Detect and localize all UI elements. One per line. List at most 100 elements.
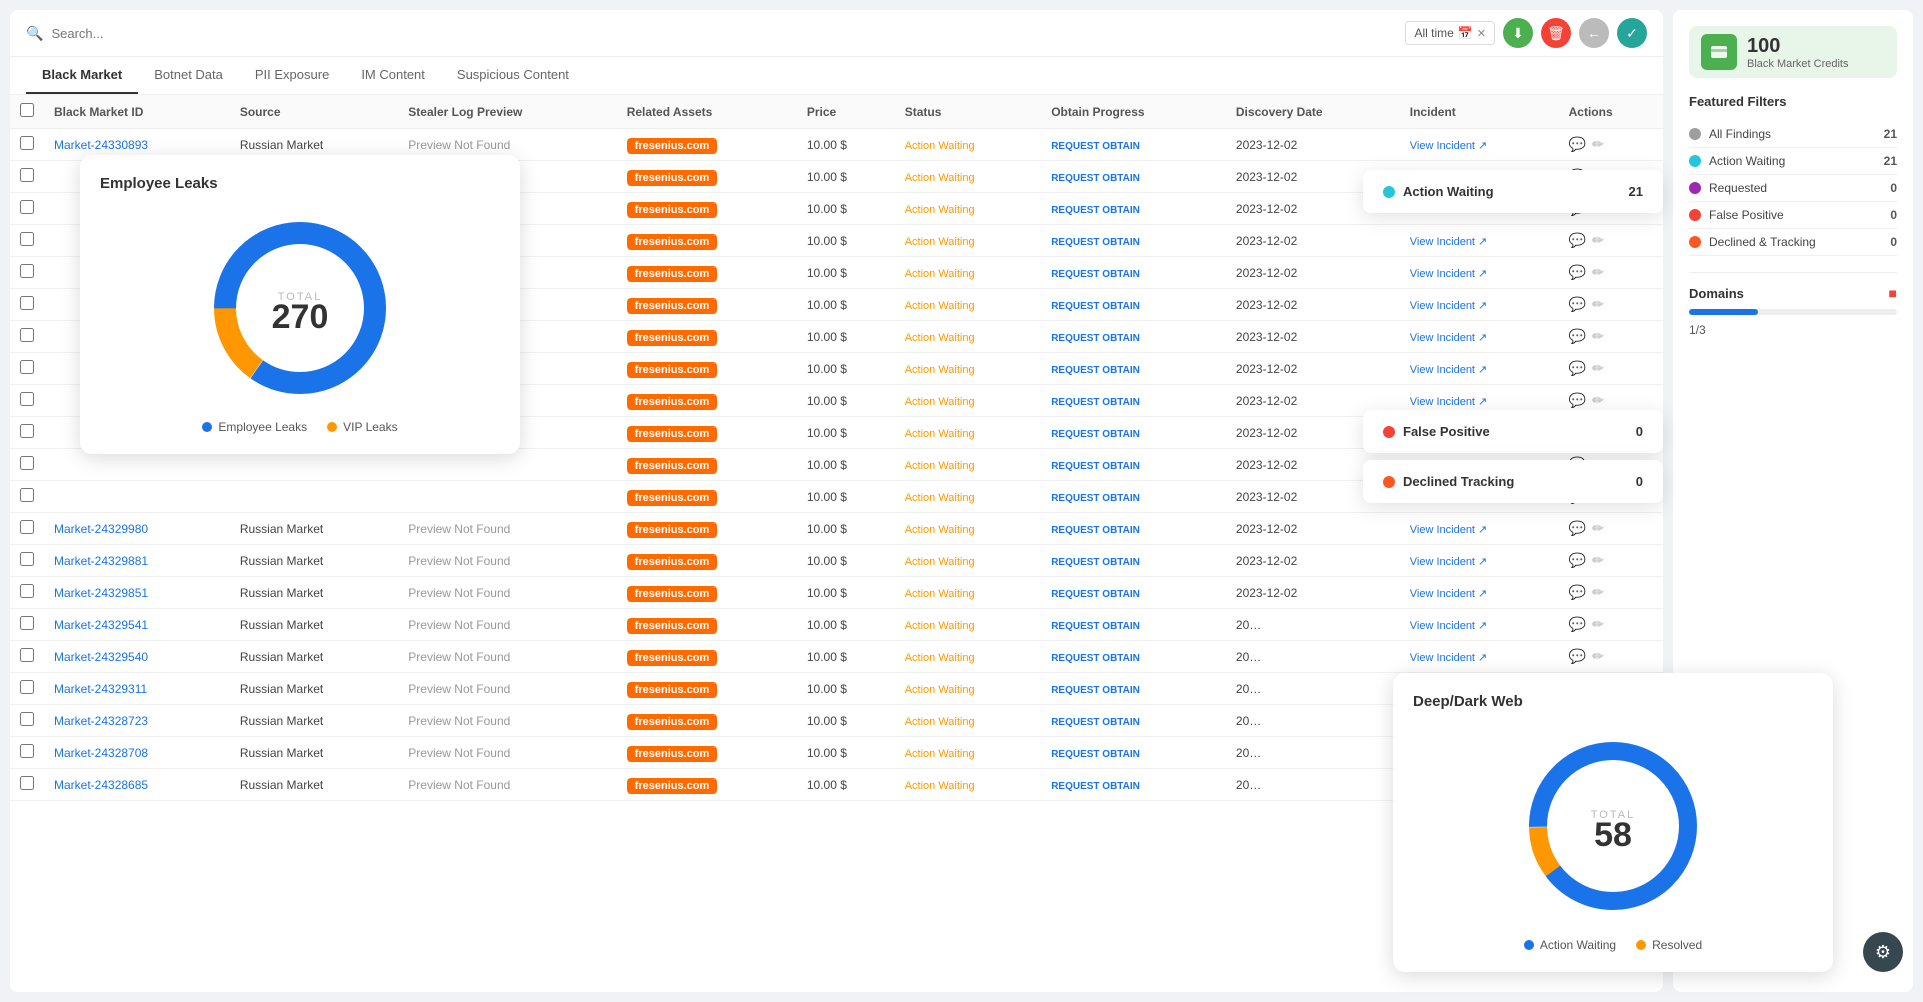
asset-badge[interactable]: fresenius.com — [627, 746, 718, 762]
cell-obtain[interactable]: REQUEST OBTAIN — [1041, 449, 1226, 481]
comment-icon[interactable]: 💬 — [1569, 616, 1586, 633]
edit-icon[interactable]: ✏ — [1592, 648, 1604, 665]
view-incident-link[interactable]: View Incident ↗ — [1410, 268, 1488, 280]
view-incident-link[interactable]: View Incident ↗ — [1410, 140, 1488, 152]
request-obtain-btn[interactable]: REQUEST OBTAIN — [1051, 557, 1140, 568]
delete-btn[interactable]: 🗑 — [1541, 18, 1571, 48]
view-incident-link[interactable]: View Incident ↗ — [1410, 652, 1488, 664]
edit-icon[interactable]: ✏ — [1592, 392, 1604, 409]
asset-badge[interactable]: fresenius.com — [627, 682, 718, 698]
cell-obtain[interactable]: REQUEST OBTAIN — [1041, 257, 1226, 289]
asset-badge[interactable]: fresenius.com — [627, 298, 718, 314]
request-obtain-btn[interactable]: REQUEST OBTAIN — [1051, 205, 1140, 216]
cell-obtain[interactable]: REQUEST OBTAIN — [1041, 321, 1226, 353]
cell-obtain[interactable]: REQUEST OBTAIN — [1041, 673, 1226, 705]
cell-obtain[interactable]: REQUEST OBTAIN — [1041, 641, 1226, 673]
request-obtain-btn[interactable]: REQUEST OBTAIN — [1051, 685, 1140, 696]
request-obtain-btn[interactable]: REQUEST OBTAIN — [1051, 749, 1140, 760]
asset-badge[interactable]: fresenius.com — [627, 458, 718, 474]
asset-badge[interactable]: fresenius.com — [627, 618, 718, 634]
row-checkbox[interactable] — [20, 360, 34, 374]
request-obtain-btn[interactable]: REQUEST OBTAIN — [1051, 429, 1140, 440]
comment-icon[interactable]: 💬 — [1569, 584, 1586, 601]
view-incident-link[interactable]: View Incident ↗ — [1410, 588, 1488, 600]
filter-item[interactable]: Requested 0 — [1689, 175, 1897, 202]
domains-close-icon[interactable]: ■ — [1889, 285, 1897, 301]
asset-badge[interactable]: fresenius.com — [627, 202, 718, 218]
tab-im-content[interactable]: IM Content — [345, 57, 441, 94]
row-checkbox[interactable] — [20, 328, 34, 342]
asset-badge[interactable]: fresenius.com — [627, 266, 718, 282]
row-checkbox[interactable] — [20, 648, 34, 662]
cell-obtain[interactable]: REQUEST OBTAIN — [1041, 289, 1226, 321]
row-checkbox[interactable] — [20, 744, 34, 758]
asset-badge[interactable]: fresenius.com — [627, 426, 718, 442]
cell-obtain[interactable]: REQUEST OBTAIN — [1041, 769, 1226, 801]
row-checkbox[interactable] — [20, 264, 34, 278]
edit-icon[interactable]: ✏ — [1592, 264, 1604, 281]
cell-obtain[interactable]: REQUEST OBTAIN — [1041, 481, 1226, 513]
asset-badge[interactable]: fresenius.com — [627, 170, 718, 186]
request-obtain-btn[interactable]: REQUEST OBTAIN — [1051, 237, 1140, 248]
asset-badge[interactable]: fresenius.com — [627, 330, 718, 346]
request-obtain-btn[interactable]: REQUEST OBTAIN — [1051, 365, 1140, 376]
asset-badge[interactable]: fresenius.com — [627, 138, 718, 154]
comment-icon[interactable]: 💬 — [1569, 232, 1586, 249]
view-incident-link[interactable]: View Incident ↗ — [1410, 620, 1488, 632]
cell-obtain[interactable]: REQUEST OBTAIN — [1041, 193, 1226, 225]
row-checkbox[interactable] — [20, 552, 34, 566]
cell-obtain[interactable]: REQUEST OBTAIN — [1041, 609, 1226, 641]
cell-obtain[interactable]: REQUEST OBTAIN — [1041, 353, 1226, 385]
edit-icon[interactable]: ✏ — [1592, 552, 1604, 569]
row-checkbox[interactable] — [20, 168, 34, 182]
row-checkbox[interactable] — [20, 616, 34, 630]
search-input[interactable] — [51, 26, 1397, 41]
cell-obtain[interactable]: REQUEST OBTAIN — [1041, 385, 1226, 417]
view-incident-link[interactable]: View Incident ↗ — [1410, 556, 1488, 568]
row-checkbox[interactable] — [20, 680, 34, 694]
settings-gear-button[interactable]: ⚙ — [1863, 932, 1903, 972]
view-incident-link[interactable]: View Incident ↗ — [1410, 524, 1488, 536]
request-obtain-btn[interactable]: REQUEST OBTAIN — [1051, 717, 1140, 728]
comment-icon[interactable]: 💬 — [1569, 136, 1586, 153]
edit-icon[interactable]: ✏ — [1592, 360, 1604, 377]
view-incident-link[interactable]: View Incident ↗ — [1410, 364, 1488, 376]
row-checkbox[interactable] — [20, 712, 34, 726]
comment-icon[interactable]: 💬 — [1569, 328, 1586, 345]
request-obtain-btn[interactable]: REQUEST OBTAIN — [1051, 173, 1140, 184]
row-checkbox[interactable] — [20, 232, 34, 246]
edit-icon[interactable]: ✏ — [1592, 232, 1604, 249]
edit-icon[interactable]: ✏ — [1592, 616, 1604, 633]
confirm-btn[interactable]: ✓ — [1617, 18, 1647, 48]
row-checkbox[interactable] — [20, 488, 34, 502]
asset-badge[interactable]: fresenius.com — [627, 490, 718, 506]
comment-icon[interactable]: 💬 — [1569, 360, 1586, 377]
request-obtain-btn[interactable]: REQUEST OBTAIN — [1051, 397, 1140, 408]
request-obtain-btn[interactable]: REQUEST OBTAIN — [1051, 461, 1140, 472]
row-checkbox[interactable] — [20, 296, 34, 310]
cell-obtain[interactable]: REQUEST OBTAIN — [1041, 129, 1226, 161]
asset-badge[interactable]: fresenius.com — [627, 394, 718, 410]
comment-icon[interactable]: 💬 — [1569, 552, 1586, 569]
cell-obtain[interactable]: REQUEST OBTAIN — [1041, 161, 1226, 193]
request-obtain-btn[interactable]: REQUEST OBTAIN — [1051, 525, 1140, 536]
cell-obtain[interactable]: REQUEST OBTAIN — [1041, 225, 1226, 257]
select-all-checkbox[interactable] — [20, 103, 34, 117]
close-time-icon[interactable]: ✕ — [1477, 27, 1486, 40]
request-obtain-btn[interactable]: REQUEST OBTAIN — [1051, 141, 1140, 152]
asset-badge[interactable]: fresenius.com — [627, 522, 718, 538]
row-checkbox[interactable] — [20, 424, 34, 438]
asset-badge[interactable]: fresenius.com — [627, 778, 718, 794]
asset-badge[interactable]: fresenius.com — [627, 362, 718, 378]
asset-badge[interactable]: fresenius.com — [627, 554, 718, 570]
cell-obtain[interactable]: REQUEST OBTAIN — [1041, 513, 1226, 545]
cell-obtain[interactable]: REQUEST OBTAIN — [1041, 737, 1226, 769]
row-checkbox[interactable] — [20, 392, 34, 406]
back-btn[interactable]: ← — [1579, 18, 1609, 48]
comment-icon[interactable]: 💬 — [1569, 648, 1586, 665]
request-obtain-btn[interactable]: REQUEST OBTAIN — [1051, 333, 1140, 344]
filter-item[interactable]: All Findings 21 — [1689, 121, 1897, 148]
request-obtain-btn[interactable]: REQUEST OBTAIN — [1051, 269, 1140, 280]
tab-botnet-data[interactable]: Botnet Data — [138, 57, 239, 94]
filter-item[interactable]: Declined & Tracking 0 — [1689, 229, 1897, 256]
